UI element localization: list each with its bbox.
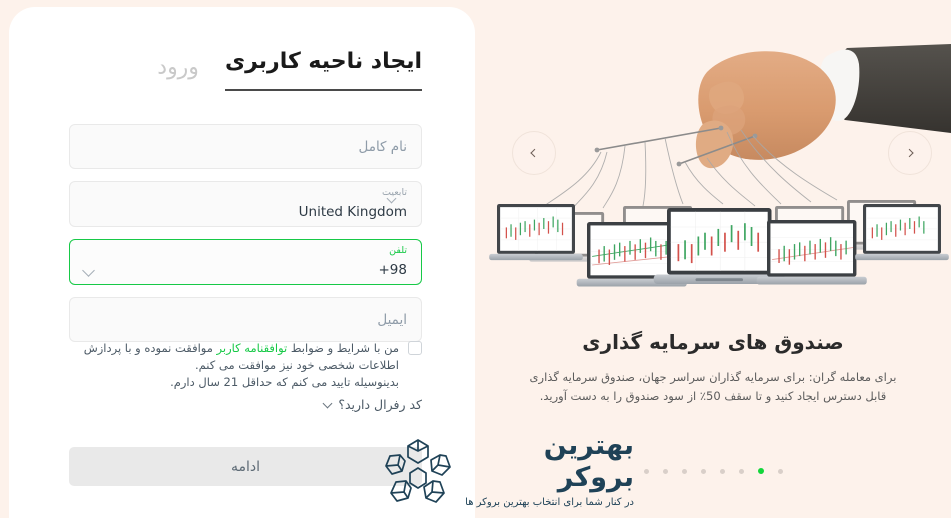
carousel-dot-0[interactable] (777, 468, 783, 474)
auth-tabs[interactable]: ایجاد ناحیه کاربری ورود (157, 45, 422, 91)
phone-field[interactable]: تلفن +98 (69, 239, 422, 285)
carousel-prev-button[interactable] (512, 131, 556, 175)
chevron-left-icon (530, 148, 539, 158)
hero-panel: صندوق های سرمایه گذاری برای معامله گران:… (475, 0, 951, 518)
auth-card: ایجاد ناحیه کاربری ورود نام کامل تابعیت … (9, 7, 475, 518)
hero-description: برای معامله گران: برای سرمایه گذاران سرا… (529, 370, 897, 403)
nationality-select[interactable]: تابعیت United Kingdom (69, 181, 422, 227)
hero-title: صندوق های سرمایه گذاری (582, 330, 844, 354)
carousel-dot-5[interactable] (681, 468, 687, 474)
user-agreement-link[interactable]: توافقنامه کاربر (217, 341, 288, 355)
continue-button[interactable]: ادامه (69, 447, 422, 486)
chevron-down-icon[interactable] (82, 264, 95, 277)
carousel-dot-4[interactable] (700, 468, 706, 474)
carousel-dot-1[interactable] (757, 468, 764, 474)
tab-register[interactable]: ایجاد ناحیه کاربری (224, 45, 422, 91)
terms-checkbox[interactable] (408, 341, 422, 355)
email-field[interactable]: ایمیل (69, 297, 422, 342)
chevron-right-icon (905, 148, 914, 158)
carousel-dot-3[interactable] (719, 468, 725, 474)
referral-label: کد رفرال دارید؟ (338, 397, 422, 412)
terms-text-before: من با شرایط و ضوابط (287, 341, 399, 355)
carousel-dots[interactable] (475, 468, 951, 474)
carousel-next-button[interactable] (888, 131, 932, 175)
carousel-dot-7[interactable] (643, 468, 649, 474)
fullname-placeholder: نام کامل (358, 138, 407, 155)
phone-label: تلفن (389, 245, 407, 256)
tab-login[interactable]: ورود (157, 51, 199, 91)
referral-toggle[interactable]: کد رفرال دارید؟ (69, 397, 422, 412)
terms-age-line: بدینوسیله تایید می کنم که حداقل 21 سال د… (170, 375, 399, 389)
nationality-value: United Kingdom (298, 204, 407, 220)
terms-text: من با شرایط و ضوابط توافقنامه کاربر مواف… (69, 340, 399, 391)
fullname-field[interactable]: نام کامل (69, 124, 422, 169)
chevron-down-icon (322, 398, 333, 408)
carousel-dot-6[interactable] (662, 468, 668, 474)
phone-country-code: +98 (378, 262, 408, 278)
email-placeholder: ایمیل (377, 311, 407, 328)
carousel-dot-2[interactable] (738, 468, 744, 474)
terms-row: من با شرایط و ضوابط توافقنامه کاربر مواف… (69, 340, 422, 391)
registration-form: نام کامل تابعیت United Kingdom تلفن +98 … (69, 124, 422, 354)
